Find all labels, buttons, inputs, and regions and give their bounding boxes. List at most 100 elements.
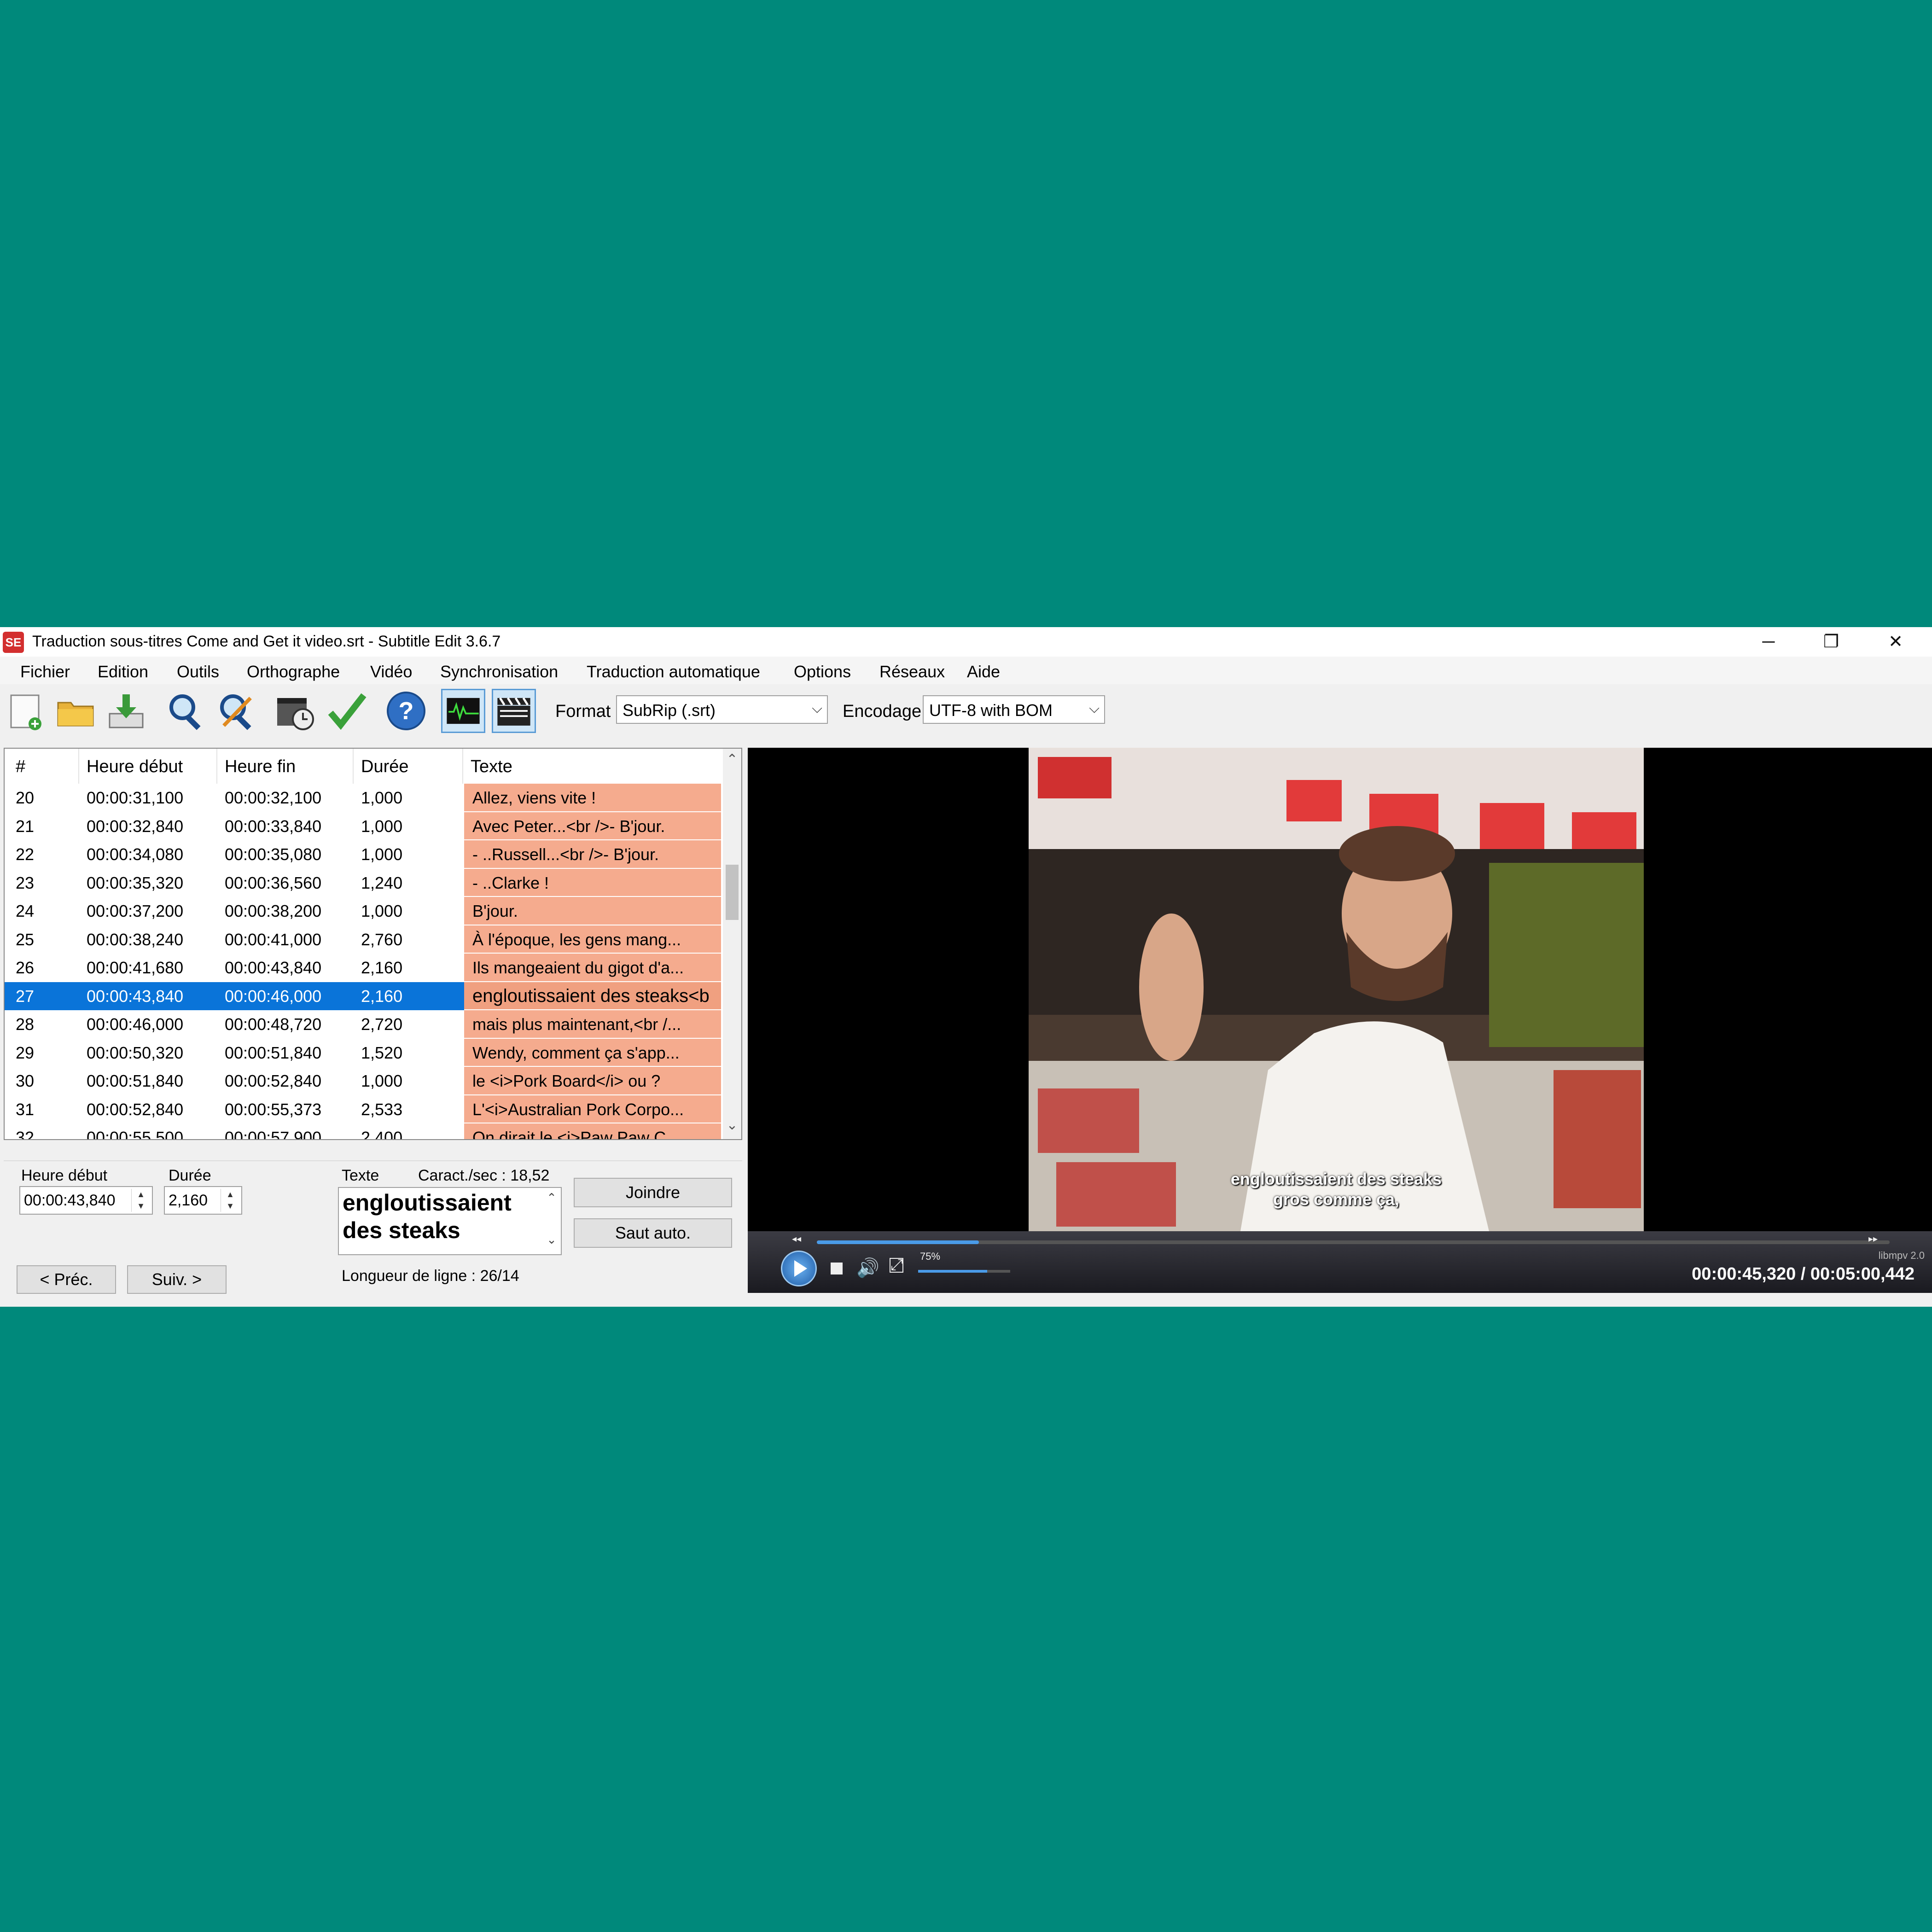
row-duration: 1,000 [361,902,403,920]
table-row[interactable]: 24 00:00:37,200 00:00:38,200 1,000 B'jour. [5,897,721,925]
col-header-text[interactable]: Texte [471,757,512,777]
subtitle-text-input[interactable]: engloutissaient des steaks ⌃ ⌄ [338,1187,562,1255]
close-button[interactable]: ✕ [1866,627,1926,657]
row-end-time: 00:00:32,100 [225,788,322,807]
help-icon[interactable]: ? [384,689,428,733]
next-button[interactable]: Suiv. > [127,1265,227,1294]
row-start-time: 00:00:37,200 [87,902,184,920]
replace-icon[interactable] [215,689,259,733]
row-number: 29 [16,1043,35,1062]
rewind-icon[interactable]: ◂◂ [792,1233,801,1245]
scroll-down-icon[interactable]: ⌄ [723,1117,741,1133]
row-start-time: 00:00:31,100 [87,788,184,807]
menu-options[interactable]: Options [794,662,851,681]
menu-video[interactable]: Vidéo [370,662,412,681]
table-row[interactable]: 20 00:00:31,100 00:00:32,100 1,000 Allez, vi… [5,784,721,812]
format-value: SubRip (.srt) [623,701,716,720]
col-header-duration[interactable]: Durée [361,757,409,777]
textbox-scrollbar[interactable]: ⌃ ⌄ [542,1188,561,1254]
row-text: - ..Russell...<br />- B'jour. [464,840,721,869]
row-start-time: 00:00:34,080 [87,845,184,864]
video-clapper-icon[interactable] [492,689,536,733]
table-row[interactable]: 30 00:00:51,840 00:00:52,840 1,000 le <i>Por… [5,1067,721,1095]
subtitle-overlay-line-2: gros comme ça, [1273,1190,1400,1209]
table-row[interactable]: 28 00:00:46,000 00:00:48,720 2,720 mais plus… [5,1010,721,1039]
spellcheck-icon[interactable] [325,689,369,733]
start-time-input[interactable]: 00:00:43,840 ▲ ▼ [19,1186,153,1215]
grid-scrollbar[interactable]: ⌃ ⌄ [723,749,741,1139]
row-duration: 1,000 [361,788,403,807]
subtitle-grid[interactable]: # Heure début Heure fin Durée Texte 20 00… [4,748,742,1140]
start-time-label: Heure début [21,1167,108,1184]
menu-reseaux[interactable]: Réseaux [879,662,945,681]
waveform-icon[interactable] [441,689,485,733]
col-header-start[interactable]: Heure début [87,757,183,777]
auto-break-button[interactable]: Saut auto. [574,1218,732,1248]
row-number: 32 [16,1128,35,1140]
menu-aide[interactable]: Aide [967,662,1000,681]
fast-forward-icon[interactable]: ▸▸ [1868,1233,1878,1245]
spinner-arrows-icon[interactable]: ▲ ▼ [221,1189,239,1212]
menu-bar: Fichier Edition Outils Orthographe Vidéo… [0,657,1932,684]
row-duration: 2,760 [361,930,403,949]
play-button[interactable] [781,1251,817,1286]
row-start-time: 00:00:46,000 [87,1015,184,1034]
table-row[interactable]: 27 00:00:43,840 00:00:46,000 2,160 engloutis… [5,982,721,1010]
table-row[interactable]: 25 00:00:38,240 00:00:41,000 2,760 À l'époqu… [5,925,721,954]
row-start-time: 00:00:38,240 [87,930,184,949]
previous-button[interactable]: < Préc. [17,1265,116,1294]
col-header-end[interactable]: Heure fin [225,757,296,777]
fullscreen-icon[interactable]: ⤢ [890,1257,903,1273]
restore-button[interactable]: ❐ [1801,627,1861,657]
table-row[interactable]: 22 00:00:34,080 00:00:35,080 1,000 - ..Russe… [5,840,721,869]
row-end-time: 00:00:38,200 [225,902,322,920]
row-end-time: 00:00:52,840 [225,1071,322,1090]
scroll-up-icon[interactable]: ⌃ [723,751,741,768]
table-row[interactable]: 21 00:00:32,840 00:00:33,840 1,000 Avec Pete… [5,812,721,840]
duration-input[interactable]: 2,160 ▲ ▼ [164,1186,242,1215]
row-text: - ..Clarke ! [464,868,721,897]
row-duration: 1,000 [361,816,403,836]
column-divider [462,749,463,784]
row-number: 24 [16,902,35,920]
text-line-2: des steaks [343,1217,460,1243]
video-progress-bar[interactable] [817,1240,1890,1244]
text-line-1: engloutissaient [343,1190,512,1216]
table-row[interactable]: 29 00:00:50,320 00:00:51,840 1,520 Wendy, co… [5,1038,721,1067]
menu-edition[interactable]: Edition [98,662,148,681]
volume-icon[interactable]: 🔊 [856,1257,879,1279]
row-number: 20 [16,788,35,807]
menu-synchronisation[interactable]: Synchronisation [440,662,558,681]
spinner-arrows-icon[interactable]: ▲ ▼ [131,1189,150,1212]
row-start-time: 00:00:35,320 [87,873,184,892]
menu-orthographe[interactable]: Orthographe [247,662,340,681]
stop-button[interactable] [831,1263,843,1274]
video-player[interactable]: engloutissaient des steaks gros comme ça… [748,748,1932,1293]
table-row[interactable]: 32 00:00:55,500 00:00:57,900 2,400 On dirait… [5,1123,721,1140]
table-row[interactable]: 26 00:00:41,680 00:00:43,840 2,160 Ils mange… [5,954,721,982]
video-frame: engloutissaient des steaks gros comme ça… [1029,748,1644,1231]
scrollbar-thumb[interactable] [726,865,739,920]
row-text: On dirait le <i>Paw Paw C... [464,1123,721,1139]
menu-outils[interactable]: Outils [177,662,219,681]
search-icon[interactable] [164,689,208,733]
play-icon [794,1260,807,1277]
join-button[interactable]: Joindre [574,1178,732,1207]
video-sync-icon[interactable] [274,689,318,733]
open-folder-icon[interactable] [53,689,98,733]
row-text: engloutissaient des steaks<b [464,982,721,1010]
menu-fichier[interactable]: Fichier [20,662,70,681]
download-icon[interactable] [104,689,148,733]
col-header-number[interactable]: # [16,757,25,777]
table-row[interactable]: 23 00:00:35,320 00:00:36,560 1,240 - ..Clark… [5,868,721,897]
encoding-select[interactable]: UTF-8 with BOM ⌵ [923,695,1105,724]
table-row[interactable]: 31 00:00:52,840 00:00:55,373 2,533 L'<i>Aust… [5,1095,721,1123]
row-text: Allez, viens vite ! [464,784,721,812]
menu-traduction-automatique[interactable]: Traduction automatique [587,662,760,681]
minimize-button[interactable]: ─ [1739,627,1798,657]
volume-slider[interactable] [918,1270,1010,1273]
new-file-icon[interactable] [4,689,48,733]
format-select[interactable]: SubRip (.srt) ⌵ [616,695,828,724]
row-duration: 2,533 [361,1100,403,1119]
grid-header: # Heure début Heure fin Durée Texte [5,749,723,784]
